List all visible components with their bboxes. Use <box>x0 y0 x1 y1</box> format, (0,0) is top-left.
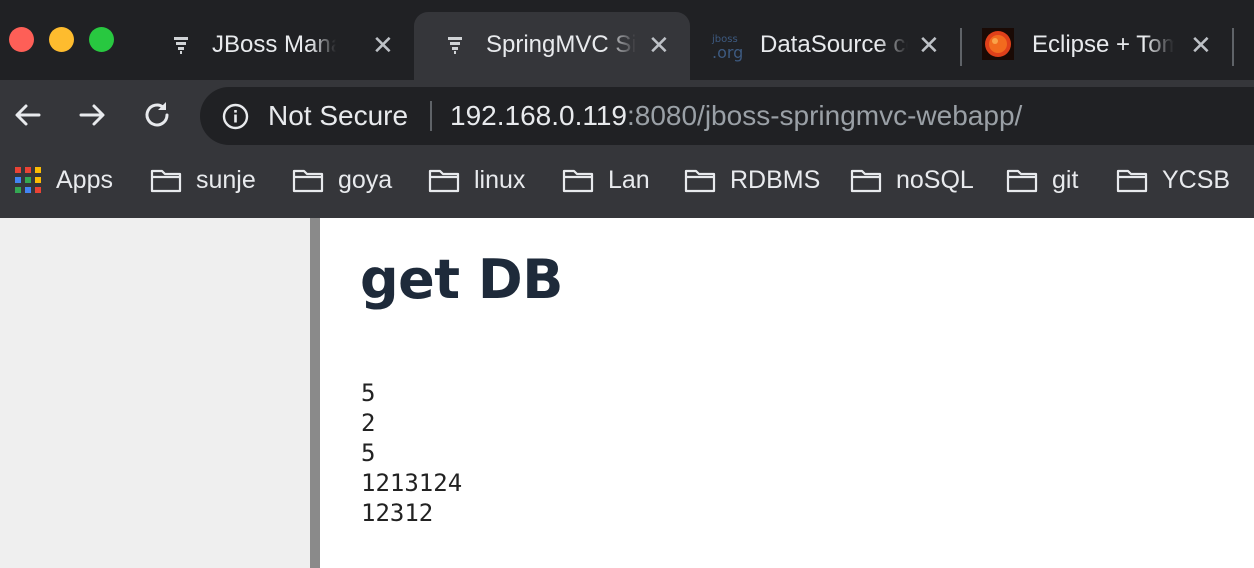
folder-icon <box>428 169 460 193</box>
bookmark-folder-linux[interactable]: linux <box>428 164 525 196</box>
bookmark-folder-rdbms[interactable]: RDBMS <box>684 164 820 196</box>
jboss-favicon-icon <box>174 37 188 54</box>
tab-separator <box>960 28 962 66</box>
bookmark-label: linux <box>474 165 526 194</box>
jboss-favicon-icon <box>448 37 462 54</box>
bookmarks-bar: Apps sunje goya linux Lan RDBMS noSQL gi… <box>0 150 1254 218</box>
db-value: 2 <box>361 409 376 437</box>
folder-icon <box>1006 169 1038 193</box>
tab-title: Eclipse + Tomcat <box>1032 31 1174 58</box>
tab-datasource[interactable]: jboss .org DataSource configuration ✕ <box>692 12 954 80</box>
tab-jboss-management[interactable]: JBoss Management ✕ <box>150 12 412 80</box>
url-text[interactable]: 192.168.0.119:8080/jboss-springmvc-webap… <box>450 100 1022 132</box>
sun-favicon-icon <box>982 28 1014 60</box>
bookmark-label: noSQL <box>896 165 974 194</box>
bookmark-apps[interactable]: Apps <box>14 164 113 196</box>
left-panel <box>0 218 310 568</box>
url-host: 192.168.0.119 <box>450 100 627 131</box>
url-path: :8080/jboss-springmvc-webapp/ <box>626 100 1023 131</box>
tab-title: JBoss Management <box>212 31 336 58</box>
page-content: get DB 5 2 5 1213124 12312 <box>0 218 1254 568</box>
window-maximize-button[interactable] <box>89 27 114 52</box>
tab-title: SpringMVC Simple <box>486 31 636 58</box>
info-icon[interactable] <box>222 103 249 130</box>
folder-icon <box>562 169 594 193</box>
reload-icon[interactable] <box>140 98 174 132</box>
folder-icon <box>292 169 324 193</box>
folder-icon <box>150 169 182 193</box>
apps-grid-icon <box>15 167 41 193</box>
window-close-button[interactable] <box>9 27 34 52</box>
toolbar: Not Secure 192.168.0.119:8080/jboss-spri… <box>0 80 1254 150</box>
bookmark-folder-nosql[interactable]: noSQL <box>850 164 974 196</box>
omnibox-separator <box>430 101 432 131</box>
bookmark-folder-lan[interactable]: Lan <box>562 164 650 196</box>
forward-arrow-icon[interactable] <box>75 98 109 132</box>
page-title: get DB <box>360 248 563 311</box>
back-arrow-icon[interactable] <box>11 98 45 132</box>
tab-separator <box>1232 28 1234 66</box>
bookmark-label: sunje <box>196 165 256 194</box>
db-value: 12312 <box>361 499 434 527</box>
bookmark-folder-ycsb[interactable]: YCSB <box>1116 164 1230 196</box>
tab-close-icon[interactable]: ✕ <box>372 29 394 61</box>
folder-icon <box>1116 169 1148 193</box>
tab-title: DataSource configuration <box>760 31 908 58</box>
bookmark-label: Lan <box>608 165 650 194</box>
window-minimize-button[interactable] <box>49 27 74 52</box>
tab-eclipse-tomcat[interactable]: Eclipse + Tomcat ✕ <box>970 12 1226 80</box>
bookmark-folder-git[interactable]: git <box>1006 164 1078 196</box>
bookmark-label: RDBMS <box>730 165 821 194</box>
tab-strip: JBoss Management ✕ SpringMVC Simple ✕ jb… <box>0 0 1254 80</box>
svg-text:.org: .org <box>712 43 743 62</box>
tab-close-icon[interactable]: ✕ <box>1190 29 1212 61</box>
address-bar[interactable]: Not Secure 192.168.0.119:8080/jboss-spri… <box>200 87 1254 145</box>
frame-divider[interactable] <box>310 218 320 568</box>
db-value: 5 <box>361 439 376 467</box>
tab-close-icon[interactable]: ✕ <box>918 29 940 61</box>
db-values-list: 5 2 5 1213124 12312 <box>361 378 462 528</box>
bookmark-folder-sunje[interactable]: sunje <box>150 164 256 196</box>
db-value: 1213124 <box>361 469 463 497</box>
folder-icon <box>684 169 716 193</box>
bookmark-label: git <box>1052 165 1079 194</box>
jboss-org-favicon-icon: jboss .org <box>711 34 743 62</box>
bookmark-label: goya <box>338 165 393 194</box>
folder-icon <box>850 169 882 193</box>
security-label[interactable]: Not Secure <box>268 100 408 132</box>
bookmark-label: YCSB <box>1162 165 1231 194</box>
bookmark-folder-goya[interactable]: goya <box>292 164 392 196</box>
db-value: 5 <box>361 379 376 407</box>
bookmark-label: Apps <box>56 165 113 194</box>
tab-springmvc[interactable]: SpringMVC Simple ✕ <box>414 12 690 80</box>
tab-close-icon[interactable]: ✕ <box>648 29 670 61</box>
